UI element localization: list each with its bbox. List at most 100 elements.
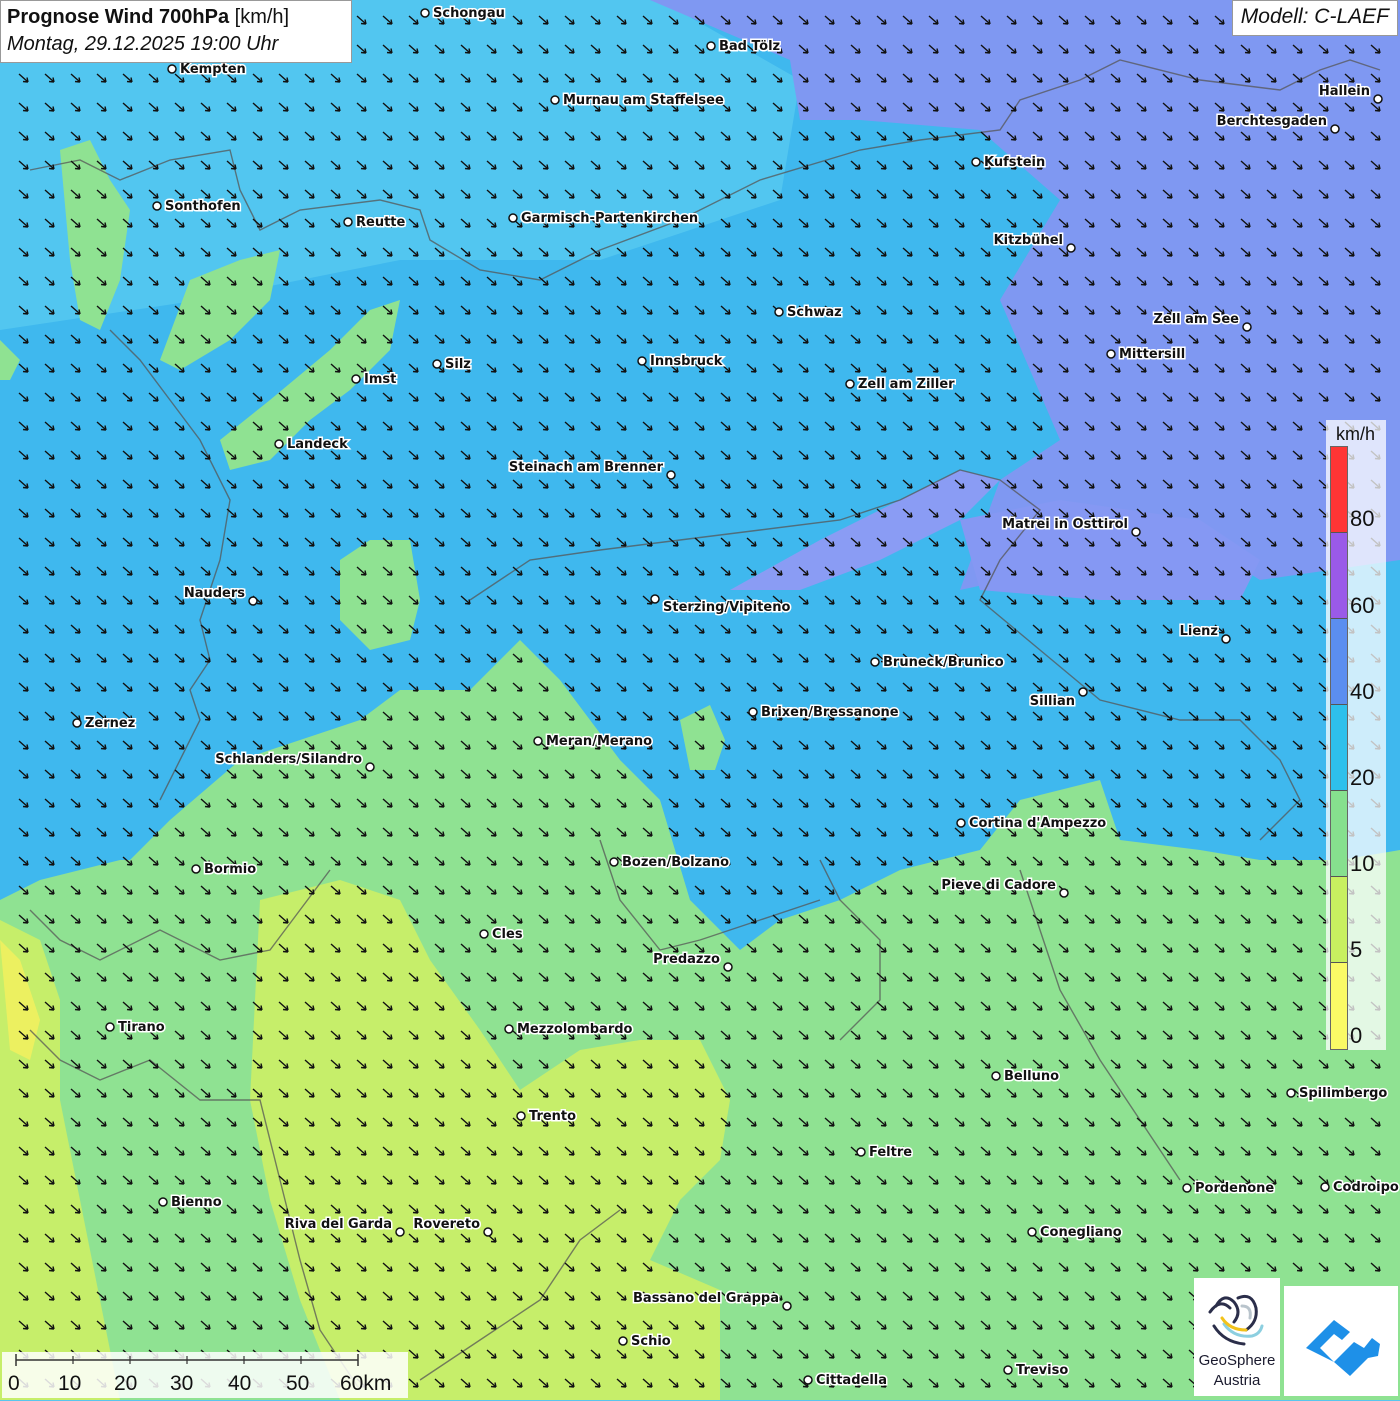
city-label: Predazzo <box>653 952 720 967</box>
legend-swatch <box>1331 791 1347 877</box>
city-label: Sterzing/Vipiteno <box>663 600 790 615</box>
geosphere-logo[interactable]: GeoSphere Austria <box>1194 1278 1280 1396</box>
city-label: Schwaz <box>787 305 842 320</box>
city-dot <box>856 1147 866 1157</box>
title-unit: [km/h] <box>234 6 290 28</box>
city-dot <box>1373 94 1383 104</box>
city-dot <box>1131 527 1141 537</box>
model-label: Modell: C-LAEF <box>1231 0 1398 36</box>
forecast-datetime: Montag, 29.12.2025 19:00 Uhr <box>7 33 279 55</box>
city-label: Belluno <box>1004 1069 1059 1084</box>
city-dot <box>723 962 733 972</box>
city-label: Bassano del Grappa <box>633 1291 779 1306</box>
scale-label: 30 <box>170 1372 194 1395</box>
city-dot <box>971 157 981 167</box>
city-dot <box>191 864 201 874</box>
city-dot <box>1182 1183 1192 1193</box>
logo-line1: GeoSphere <box>1198 1352 1276 1369</box>
city-dot <box>1027 1227 1037 1237</box>
city-label: Bruneck/Brunico <box>883 655 1004 670</box>
city-dot <box>351 374 361 384</box>
city-dot <box>1078 687 1088 697</box>
legend-label: 0 <box>1350 1023 1363 1048</box>
city-dot <box>1066 243 1076 253</box>
legend-swatch <box>1331 963 1347 1049</box>
city-label: Bienno <box>171 1195 222 1210</box>
city-marker: Kempten <box>167 61 247 79</box>
city-marker: Schongau <box>420 5 506 23</box>
title-main: Prognose Wind 700hPa <box>7 6 230 28</box>
geosphere-emblem-icon <box>1208 1294 1264 1346</box>
city-label: Schlanders/Silandro <box>215 752 362 767</box>
city-dot <box>508 213 518 223</box>
scale-label: 20 <box>114 1372 138 1395</box>
city-marker: Mezzolombardo <box>504 1021 634 1039</box>
city-label: Riva del Garda <box>285 1217 392 1232</box>
city-marker: Cortina d'Ampezzo <box>956 815 1108 833</box>
wind-map[interactable]: Schongau Bad Tölz Kempten Murnau am Staffel… <box>0 0 1400 1400</box>
city-dot <box>152 201 162 211</box>
city-label: Cittadella <box>816 1373 887 1388</box>
city-dot <box>395 1227 405 1237</box>
city-label: Garmisch-Partenkirchen <box>521 211 698 226</box>
app-logo[interactable] <box>1284 1286 1398 1396</box>
city-label: Bormio <box>204 862 256 877</box>
city-label: Silz <box>445 357 471 372</box>
city-label: Schongau <box>433 6 505 21</box>
city-label: Mezzolombardo <box>517 1022 633 1037</box>
city-dot <box>167 64 177 74</box>
city-dot <box>365 762 375 772</box>
city-dot <box>637 356 647 366</box>
scale-label: 60km <box>340 1372 392 1395</box>
city-label: Conegliano <box>1040 1225 1122 1240</box>
city-dot <box>420 8 430 18</box>
city-dot <box>706 41 716 51</box>
city-dot <box>845 379 855 389</box>
city-label: Sonthofen <box>165 199 241 214</box>
city-dot <box>666 470 676 480</box>
legend-label: 10 <box>1350 851 1375 876</box>
city-dot <box>1221 634 1231 644</box>
city-label: Innsbruck <box>650 354 723 369</box>
city-dot <box>650 594 660 604</box>
scale-label: 10 <box>58 1372 82 1395</box>
city-dot <box>479 929 489 939</box>
city-dot <box>1330 124 1340 134</box>
legend-swatch <box>1331 447 1347 533</box>
city-marker: Zell am Ziller <box>845 376 957 394</box>
scale-label: 40 <box>228 1372 252 1395</box>
city-label: Feltre <box>869 1145 912 1160</box>
city-dot <box>748 707 758 717</box>
legend-label: 80 <box>1350 506 1375 531</box>
city-dot <box>1286 1088 1296 1098</box>
scale-label: 0 <box>8 1372 20 1395</box>
city-dot <box>483 1227 493 1237</box>
legend-label: 40 <box>1350 679 1375 704</box>
city-dot <box>1242 322 1252 332</box>
city-label: Trento <box>529 1109 576 1124</box>
city-dot <box>516 1111 526 1121</box>
city-label: Pieve di Cadore <box>941 878 1056 893</box>
legend-label: 5 <box>1350 937 1363 962</box>
city-dot <box>991 1071 1001 1081</box>
legend-swatch <box>1331 705 1347 791</box>
city-dot <box>504 1024 514 1034</box>
city-marker: Spilimbergo <box>1286 1085 1389 1103</box>
city-label: Codroipo <box>1333 1180 1399 1195</box>
city-label: Tirano <box>118 1020 165 1035</box>
city-label: Rovereto <box>413 1217 480 1232</box>
city-dot <box>248 596 258 606</box>
city-dot <box>533 736 543 746</box>
city-dot <box>1059 888 1069 898</box>
legend-label: 20 <box>1350 765 1375 790</box>
city-dot <box>1320 1182 1330 1192</box>
city-label: Murnau am Staffelsee <box>563 93 724 108</box>
city-dot <box>1003 1365 1013 1375</box>
map-title: Prognose Wind 700hPa [km/h] <box>7 4 345 30</box>
city-label: Pordenone <box>1195 1181 1274 1196</box>
city-label: Cortina d'Ampezzo <box>969 816 1106 831</box>
city-dot <box>956 818 966 828</box>
city-label: Nauders <box>184 586 245 601</box>
city-label: Matrei in Osttirol <box>1002 517 1128 532</box>
city-label: Bozen/Bolzano <box>622 855 729 870</box>
